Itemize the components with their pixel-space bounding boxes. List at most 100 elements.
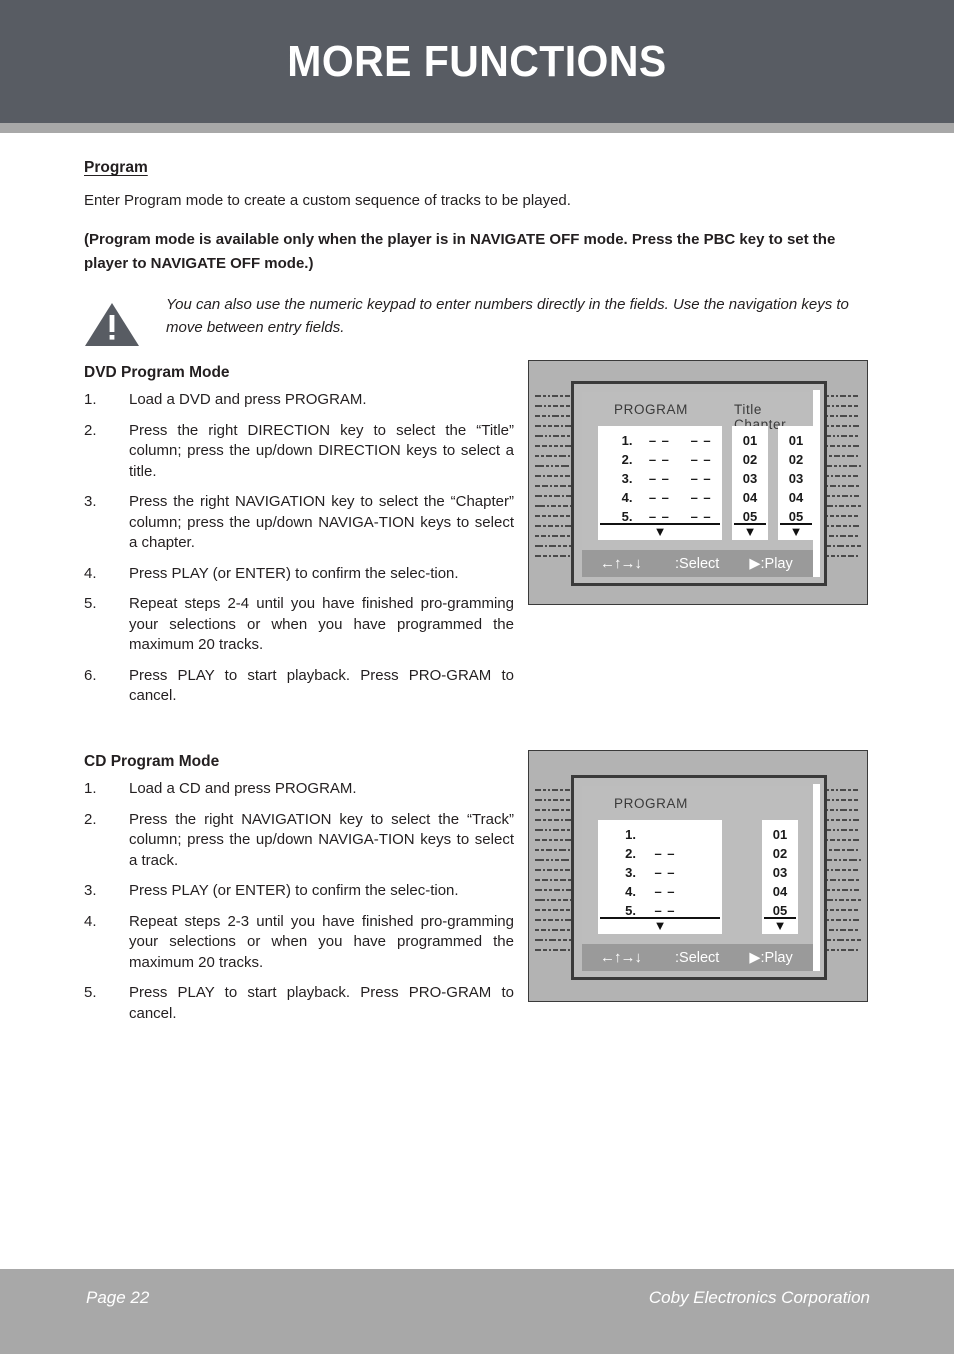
program-entry-row[interactable]: 2. – – – – — [598, 450, 722, 469]
hatch-line — [535, 785, 573, 795]
program-entry-row[interactable]: 2. – – — [598, 844, 722, 863]
procedure-step: 5. Press PLAY to start playback. Press PR… — [84, 983, 514, 1024]
program-entry-field-b[interactable]: – – — [680, 452, 722, 467]
dvd-program-list-panel[interactable]: 1. – – – –2. – – – –3. – – – –4. – – – –5. – – – –… — [598, 426, 722, 540]
cd-osd-scrollbar[interactable] — [813, 784, 820, 971]
procedure-step: 3. Press the right NAVIGATION key to sele… — [84, 492, 514, 554]
hatch-line — [535, 855, 573, 865]
program-entry-field-a[interactable]: – – — [639, 509, 681, 524]
program-entry-index: 4. — [621, 490, 633, 505]
hatch-line — [823, 875, 861, 885]
cd-program-list-panel[interactable]: 1. 2. – – 3. – – 4. – – 5. – – ▼ — [598, 820, 722, 934]
hatch-line — [535, 905, 573, 915]
procedure-step: 6. Press PLAY to start playback. Press PR… — [84, 666, 514, 707]
dvd-chapter-column[interactable]: 01 02 03 04 05 ▼ — [778, 426, 814, 540]
program-entry-field-a[interactable]: – – — [639, 490, 681, 505]
hatch-line — [535, 551, 573, 559]
hatch-line — [823, 855, 861, 865]
hatch-line — [823, 885, 861, 895]
cd-track-column[interactable]: 01 02 03 04 05 ▼ — [762, 820, 798, 934]
cd-list-scroll-caret-icon[interactable]: ▼ — [598, 919, 722, 933]
cd-select-hint: :Select — [675, 949, 720, 966]
header-divider-rule — [0, 123, 954, 133]
procedure-step-number: 3. — [84, 493, 97, 510]
program-entry-row[interactable]: 4. – – – – — [598, 488, 722, 507]
dvd-chapter-option[interactable]: 01 — [778, 431, 814, 450]
program-entry-field-b[interactable]: – – — [680, 433, 722, 448]
hatch-line — [535, 511, 573, 521]
dvd-title-option[interactable]: 03 — [732, 469, 768, 488]
hatch-line — [535, 825, 573, 835]
dvd-chapter-option[interactable]: 02 — [778, 450, 814, 469]
cd-track-scroll-caret-icon[interactable]: ▼ — [762, 919, 798, 933]
hatch-line — [823, 845, 861, 855]
hatch-line — [535, 835, 573, 845]
program-entry-row[interactable]: 3. – – — [598, 863, 722, 882]
program-entry-index: 3. — [625, 865, 636, 880]
hatch-line — [823, 945, 861, 953]
hatch-texture-left — [535, 785, 573, 953]
hatch-line — [535, 491, 573, 501]
program-entry-field-b[interactable]: – – — [680, 509, 722, 524]
hatch-line — [823, 795, 861, 805]
dvd-title-column[interactable]: 01 02 03 04 05 ▼ — [732, 426, 768, 540]
hatch-line — [823, 441, 861, 451]
footer-page-number: Page 22 — [86, 1288, 150, 1307]
program-entry-index: 1. — [625, 827, 636, 842]
cd-track-values: 01 02 03 04 05 — [762, 825, 798, 920]
dvd-title-scroll-caret-icon[interactable]: ▼ — [732, 525, 768, 539]
dvd-osd-scrollbar[interactable] — [813, 390, 820, 577]
cd-track-option[interactable]: 01 — [762, 825, 798, 844]
dvd-chapter-scroll-caret-icon[interactable]: ▼ — [778, 525, 814, 539]
hatch-line — [823, 491, 861, 501]
procedure-step-number: 5. — [84, 984, 97, 1001]
dvd-chapter-option[interactable]: 03 — [778, 469, 814, 488]
page-header: MORE FUNCTIONS — [0, 0, 954, 123]
hatch-texture-right — [823, 785, 861, 953]
program-entry-field-a[interactable]: – – — [642, 903, 688, 918]
procedure-step: 2. Press the right NAVIGATION key to sele… — [84, 810, 514, 872]
dvd-select-hint: :Select — [675, 555, 720, 572]
program-entry-field-a[interactable]: – – — [639, 452, 681, 467]
dvd-program-mode-heading: DVD Program Mode — [84, 364, 230, 381]
program-entry-row[interactable]: 1. — [598, 825, 722, 844]
program-entry-field-a[interactable]: – – — [642, 884, 688, 899]
program-entry-field-b[interactable]: – – — [680, 490, 722, 505]
hatch-line — [535, 915, 573, 925]
hatch-line — [823, 925, 861, 935]
hatch-line — [535, 845, 573, 855]
program-entry-field-a[interactable]: – – — [639, 471, 681, 486]
cd-track-option[interactable]: 03 — [762, 863, 798, 882]
note-text: You can also use the numeric keypad to e… — [166, 296, 849, 336]
program-entry-field-a[interactable]: – – — [639, 433, 681, 448]
program-entry-field-b[interactable]: – – — [680, 471, 722, 486]
hatch-line — [823, 471, 861, 481]
procedure-step-number: 4. — [84, 564, 97, 582]
cd-track-option[interactable]: 04 — [762, 882, 798, 901]
hatch-line — [535, 411, 573, 421]
page-footer: Page 22 Coby Electronics Corporation — [0, 1269, 954, 1354]
hatch-line — [535, 431, 573, 441]
footer-company-name: Coby Electronics Corporation — [648, 1288, 870, 1307]
cd-program-label: PROGRAM — [614, 796, 688, 811]
hatch-line — [823, 481, 861, 491]
program-entry-field-a[interactable]: – – — [642, 865, 688, 880]
procedure-step-text: Load a CD and press PROGRAM. — [129, 780, 357, 797]
dvd-chapter-option[interactable]: 04 — [778, 488, 814, 507]
hatch-line — [535, 875, 573, 885]
program-entry-row[interactable]: 4. – – — [598, 882, 722, 901]
program-entry-row[interactable]: 3. – – – – — [598, 469, 722, 488]
dvd-list-scroll-caret-icon[interactable]: ▼ — [598, 525, 722, 539]
program-entry-row[interactable]: 1. – – – – — [598, 431, 722, 450]
program-entry-index: 1. — [621, 433, 633, 448]
procedure-step: 1. Load a CD and press PROGRAM. — [84, 779, 514, 800]
dvd-title-option[interactable]: 04 — [732, 488, 768, 507]
dvd-title-option[interactable]: 02 — [732, 450, 768, 469]
dvd-title-option[interactable]: 01 — [732, 431, 768, 450]
cd-track-option[interactable]: 02 — [762, 844, 798, 863]
hatch-line — [823, 915, 861, 925]
hatch-line — [823, 391, 861, 401]
hatch-line — [823, 431, 861, 441]
program-bold-note: (Program mode is available only when the… — [84, 231, 836, 272]
program-entry-field-a[interactable]: – – — [642, 846, 688, 861]
